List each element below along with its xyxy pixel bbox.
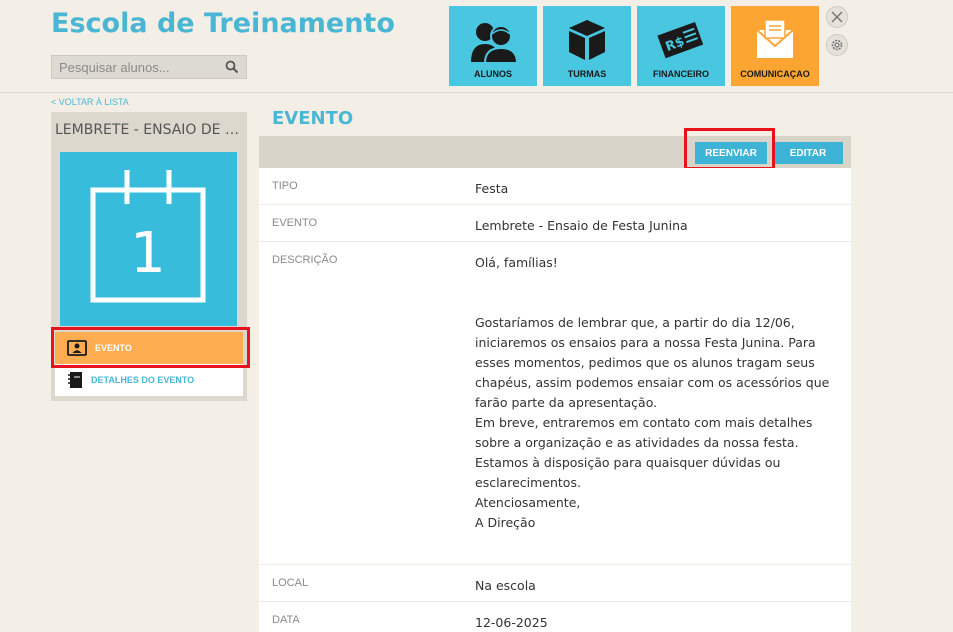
field-row-evento: EVENTO Lembrete - Ensaio de Festa Junina [259, 205, 851, 242]
field-label: TIPO [272, 180, 298, 192]
header-divider [0, 92, 953, 93]
field-value: 12-06-2025 [475, 615, 548, 630]
money-icon: R$ [657, 22, 704, 59]
field-row-data: DATA 12-06-2025 [259, 602, 851, 632]
calendar-image: 1 [60, 152, 237, 326]
field-label: DESCRIÇÃO [272, 254, 338, 266]
notebook-icon [68, 372, 82, 388]
top-navigation: ALUNOS TURMAS R$ FINANCEIRO COMUNICAÇAO [449, 6, 825, 86]
field-label: LOCAL [272, 577, 309, 589]
description-line: Atenciosamente, [475, 495, 581, 510]
nav-tile-financeiro[interactable]: R$ FINANCEIRO [637, 6, 725, 86]
search-icon[interactable] [225, 60, 239, 74]
description-line: Estamos à disposição para quaisquer dúvi… [475, 455, 781, 490]
sidebar-item-label: DETALHES DO EVENTO [91, 375, 195, 385]
field-label: EVENTO [272, 217, 318, 229]
description-line [475, 273, 841, 293]
search-input[interactable] [52, 59, 222, 75]
students-icon [471, 23, 519, 64]
nav-tile-turmas[interactable]: TURMAS [543, 6, 631, 86]
description-line [475, 293, 841, 313]
nav-label: FINANCEIRO [653, 69, 709, 79]
nav-label: ALUNOS [474, 69, 512, 79]
close-button[interactable] [826, 6, 848, 28]
field-value: Festa [475, 181, 509, 196]
event-details: TIPO Festa EVENTO Lembrete - Ensaio de F… [259, 168, 851, 632]
event-card-title: LEMBRETE - ENSAIO DE FESTA JUNINA [55, 122, 243, 138]
highlight-box-evento [51, 327, 250, 368]
section-title: EVENTO [272, 108, 354, 129]
sidebar-item-detalhes[interactable]: DETALHES DO EVENTO [55, 364, 243, 396]
description-line: A Direção [475, 515, 536, 530]
field-value: Na escola [475, 578, 536, 593]
highlight-box-resend [684, 128, 775, 170]
field-value: Lembrete - Ensaio de Festa Junina [475, 218, 688, 233]
close-icon [831, 11, 843, 23]
description-line: Olá, famílias! [475, 255, 558, 270]
field-row-local: LOCAL Na escola [259, 565, 851, 602]
field-row-descricao: DESCRIÇÃO Olá, famílias! Gostaríamos de … [259, 242, 851, 565]
nav-tile-comunicacao[interactable]: COMUNICAÇAO [731, 6, 819, 86]
back-to-list-link[interactable]: < VOLTAR À LISTA [51, 97, 129, 107]
envelope-icon [756, 19, 794, 58]
edit-button[interactable]: EDITAR [773, 142, 843, 164]
field-value-description: Olá, famílias! Gostaríamos de lembrar qu… [475, 253, 841, 533]
settings-button[interactable] [826, 34, 848, 56]
nav-label: COMUNICAÇAO [740, 69, 810, 79]
nav-tile-alunos[interactable]: ALUNOS [449, 6, 537, 86]
brand-title: Escola de Treinamento [51, 8, 395, 39]
description-line: Gostaríamos de lembrar que, a partir do … [475, 315, 830, 410]
field-label: DATA [272, 614, 300, 626]
nav-label: TURMAS [567, 69, 607, 79]
description-line: Em breve, entraremos em contato com mais… [475, 415, 813, 450]
gear-icon [831, 39, 843, 51]
calendar-day: 1 [130, 221, 166, 286]
calendar-icon: 1 [90, 170, 206, 303]
field-row-tipo: TIPO Festa [259, 168, 851, 205]
search-box[interactable] [51, 55, 247, 79]
box-icon [569, 20, 605, 60]
